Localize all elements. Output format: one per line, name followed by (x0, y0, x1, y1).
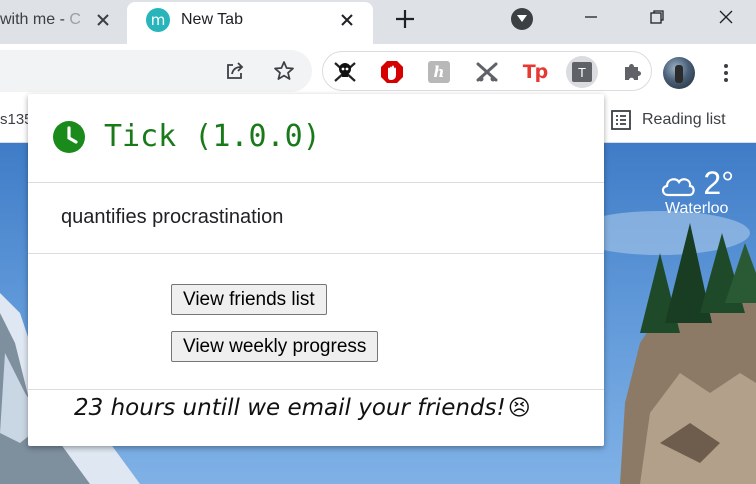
tab-partial-title: with me - C (0, 11, 81, 28)
restore-button[interactable] (644, 4, 670, 30)
minimize-button[interactable] (578, 4, 604, 30)
address-bar[interactable] (0, 50, 312, 92)
tab-strip: with me - C m New Tab (0, 0, 756, 44)
tab-favicon-icon: m (146, 8, 170, 32)
extensions-toolbar: h Tp T (322, 51, 652, 91)
popup-description: quantifies procrastination (61, 206, 284, 228)
weather-widget[interactable]: 2° Waterloo (659, 165, 734, 218)
tp-icon[interactable]: Tp (521, 58, 549, 86)
popup-description-section: quantifies procrastination (28, 183, 604, 254)
countdown-text: 23 hours untill we email your friends! (74, 395, 506, 421)
avatar[interactable] (663, 57, 695, 89)
share-icon[interactable] (221, 57, 249, 85)
ublock-icon[interactable] (378, 58, 406, 86)
puzzle-icon[interactable] (619, 58, 647, 86)
menu-kebab-icon[interactable] (716, 58, 736, 88)
reading-list-icon (611, 110, 631, 130)
new-tab-button[interactable] (392, 6, 418, 32)
toolbar: h Tp T (0, 44, 756, 98)
tab-new-tab[interactable]: m New Tab (127, 2, 373, 44)
reading-list-label: Reading list (642, 111, 726, 128)
tab-close-icon[interactable] (93, 10, 113, 30)
tab-title: New Tab (181, 11, 243, 28)
bookmark-star-icon[interactable] (270, 57, 298, 85)
pirate-icon[interactable] (331, 58, 359, 86)
weather-city: Waterloo (664, 200, 729, 217)
cloud-icon (662, 177, 696, 196)
tab-partial[interactable]: with me - C (0, 0, 126, 44)
extension-popup: Tick (1.0.0) quantifies procrastination … (28, 94, 604, 446)
clock-icon (53, 121, 85, 153)
popup-footer: 23 hours untill we email your friends! 😣 (28, 389, 604, 446)
tab-search-button[interactable] (511, 8, 533, 30)
reading-list-button[interactable]: Reading list (610, 108, 726, 132)
cross-extension-icon[interactable] (473, 58, 501, 86)
countdown-message: 23 hours untill we email your friends! 😣 (74, 395, 531, 421)
popup-title: Tick (1.0.0) (104, 119, 321, 154)
popup-header: Tick (1.0.0) (28, 94, 604, 183)
view-friends-button[interactable]: View friends list (171, 284, 327, 315)
h-extension-icon[interactable]: h (425, 58, 453, 86)
close-window-button[interactable] (713, 4, 739, 30)
tab-close-icon[interactable] (337, 10, 357, 30)
chevron-down-icon (517, 15, 527, 22)
persevering-face-icon: 😣 (507, 395, 531, 421)
view-weekly-progress-button[interactable]: View weekly progress (171, 331, 379, 362)
weather-temperature: 2° (703, 165, 734, 201)
t-extension-icon[interactable]: T (566, 56, 598, 88)
